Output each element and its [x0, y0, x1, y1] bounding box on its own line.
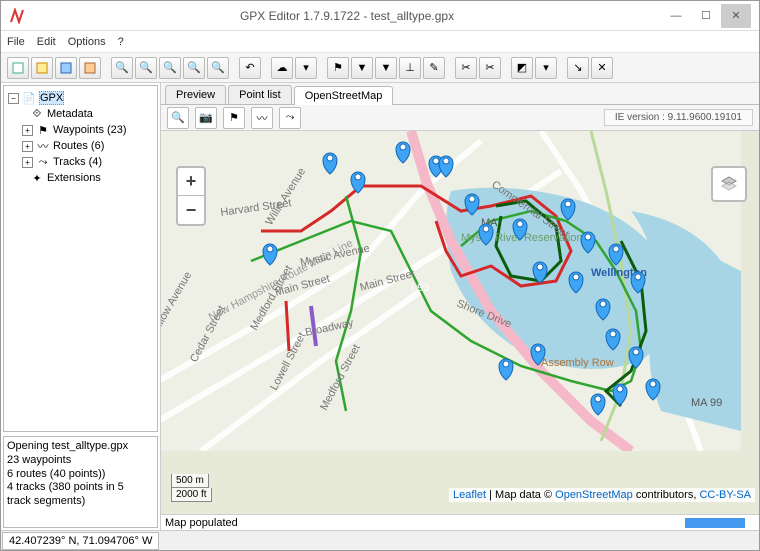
status-bar: 42.407239° N, 71.094706° W	[1, 530, 759, 550]
cloud-button[interactable]: ☁	[271, 57, 293, 79]
tree-routes[interactable]: Routes (6)	[53, 140, 104, 152]
tree-waypoints[interactable]: Waypoints (23)	[53, 124, 127, 136]
minimize-button[interactable]: —	[661, 4, 691, 28]
funnel-button[interactable]: ▼	[375, 57, 397, 79]
menu-file[interactable]: File	[7, 36, 25, 48]
track-icon: ⤳	[36, 155, 50, 169]
zoomsel-button[interactable]: 🔍	[207, 57, 229, 79]
zoom-button[interactable]: 🔍	[111, 57, 133, 79]
crop-button[interactable]: ◩	[511, 57, 533, 79]
map-status-bar: Map populated	[161, 514, 759, 530]
metadata-icon: ⟐	[30, 107, 44, 121]
map-svg: Wellington Assembly Row MA 99 Mystic Riv…	[161, 131, 741, 451]
tab-preview[interactable]: Preview	[165, 85, 226, 104]
log-line: track segments)	[7, 495, 154, 509]
map-route-button[interactable]: 〰	[251, 107, 273, 129]
left-panel: −📄GPX ⟐Metadata +⚑Waypoints (23) +〰Route…	[1, 83, 161, 530]
maximize-button[interactable]: ☐	[691, 4, 721, 28]
tab-pointlist[interactable]: Point list	[228, 85, 292, 104]
svg-text:MA 99: MA 99	[691, 397, 722, 409]
ie-version-label: IE version : 9.11.9600.19101	[604, 109, 753, 126]
tab-bar: Preview Point list OpenStreetMap	[161, 83, 759, 105]
menu-options[interactable]: Options	[68, 36, 106, 48]
map-attribution: Leaflet | Map data © OpenStreetMap contr…	[449, 488, 755, 502]
flag-button[interactable]: ⚑	[327, 57, 349, 79]
coord-display: 42.407239° N, 71.094706° W	[2, 532, 159, 550]
link-button[interactable]: ↘	[567, 57, 589, 79]
tree-metadata[interactable]: Metadata	[47, 108, 93, 120]
saveas-button[interactable]	[79, 57, 101, 79]
titlebar: GPX Editor 1.7.9.1722 - test_alltype.gpx…	[1, 1, 759, 31]
map-status-text: Map populated	[165, 517, 238, 529]
map-track-button[interactable]: ⤳	[279, 107, 301, 129]
log-panel: Opening test_alltype.gpx 23 waypoints 6 …	[3, 436, 158, 528]
tab-osm[interactable]: OpenStreetMap	[294, 86, 394, 105]
tool1-button[interactable]: ⊥	[399, 57, 421, 79]
open-button[interactable]	[31, 57, 53, 79]
window-title: GPX Editor 1.7.9.1722 - test_alltype.gpx	[33, 9, 661, 23]
svg-text:Assembly Row: Assembly Row	[541, 357, 614, 369]
waypoint-icon: ⚑	[36, 123, 50, 137]
zoomin-button[interactable]: 🔍	[135, 57, 157, 79]
osm-link[interactable]: OpenStreetMap	[555, 489, 633, 501]
menubar: File Edit Options ?	[1, 31, 759, 53]
tree-root[interactable]: GPX	[39, 91, 64, 105]
filter-button[interactable]: ▼	[351, 57, 373, 79]
tool2-button[interactable]: ✎	[423, 57, 445, 79]
delete-button[interactable]: ✕	[591, 57, 613, 79]
main-toolbar: 🔍 🔍 🔍 🔍 🔍 ↶ ☁ ▾ ⚑ ▼ ▼ ⊥ ✎ ✂ ✂ ◩ ▾ ↘ ✕	[1, 53, 759, 83]
progress-bar	[685, 518, 745, 528]
crop2-button[interactable]: ▾	[535, 57, 557, 79]
cut-button[interactable]: ✂	[455, 57, 477, 79]
zoomfit-button[interactable]: 🔍	[183, 57, 205, 79]
app-icon	[9, 8, 25, 24]
map-flag-button[interactable]: ⚑	[223, 107, 245, 129]
expand-icon[interactable]: +	[22, 125, 33, 136]
tree-tracks[interactable]: Tracks (4)	[53, 156, 102, 168]
zoomout-button[interactable]: 🔍	[159, 57, 181, 79]
tree-extensions[interactable]: Extensions	[47, 172, 101, 184]
save-button[interactable]	[55, 57, 77, 79]
map-canvas[interactable]: Wellington Assembly Row MA 99 Mystic Riv…	[161, 131, 759, 514]
expand-icon[interactable]: +	[22, 141, 33, 152]
map-toolbar: 🔍 📷 ⚑ 〰 ⤳ IE version : 9.11.9600.19101	[161, 105, 759, 131]
scale-imperial: 2000 ft	[171, 488, 212, 502]
zoom-in-button[interactable]: +	[178, 168, 204, 196]
log-line: 6 routes (40 points))	[7, 468, 154, 482]
license-link[interactable]: CC-BY-SA	[699, 489, 751, 501]
undo-button[interactable]: ↶	[239, 57, 261, 79]
route-icon: 〰	[36, 139, 50, 153]
gpx-icon: 📄	[22, 91, 36, 105]
ext-icon: ✦	[30, 171, 44, 185]
map-camera-button[interactable]: 📷	[195, 107, 217, 129]
zoom-out-button[interactable]: −	[178, 196, 204, 224]
app-window: GPX Editor 1.7.9.1722 - test_alltype.gpx…	[0, 0, 760, 551]
map-search-button[interactable]: 🔍	[167, 107, 189, 129]
gpx-tree[interactable]: −📄GPX ⟐Metadata +⚑Waypoints (23) +〰Route…	[3, 85, 158, 432]
log-line: 4 tracks (380 points in 5	[7, 481, 154, 495]
cloud2-button[interactable]: ▾	[295, 57, 317, 79]
close-button[interactable]: ✕	[721, 4, 751, 28]
expand-icon[interactable]: +	[22, 157, 33, 168]
menu-edit[interactable]: Edit	[37, 36, 56, 48]
menu-help[interactable]: ?	[118, 36, 124, 48]
cut2-button[interactable]: ✂	[479, 57, 501, 79]
scale-metric: 500 m	[171, 474, 209, 488]
svg-text:I 93: I 93	[411, 282, 429, 294]
log-line: Opening test_alltype.gpx	[7, 440, 154, 454]
right-panel: Preview Point list OpenStreetMap 🔍 📷 ⚑ 〰…	[161, 83, 759, 530]
collapse-icon[interactable]: −	[8, 93, 19, 104]
log-line: 23 waypoints	[7, 454, 154, 468]
new-button[interactable]	[7, 57, 29, 79]
zoom-control: + −	[176, 166, 206, 226]
leaflet-link[interactable]: Leaflet	[453, 489, 486, 501]
layers-button[interactable]	[711, 166, 747, 202]
